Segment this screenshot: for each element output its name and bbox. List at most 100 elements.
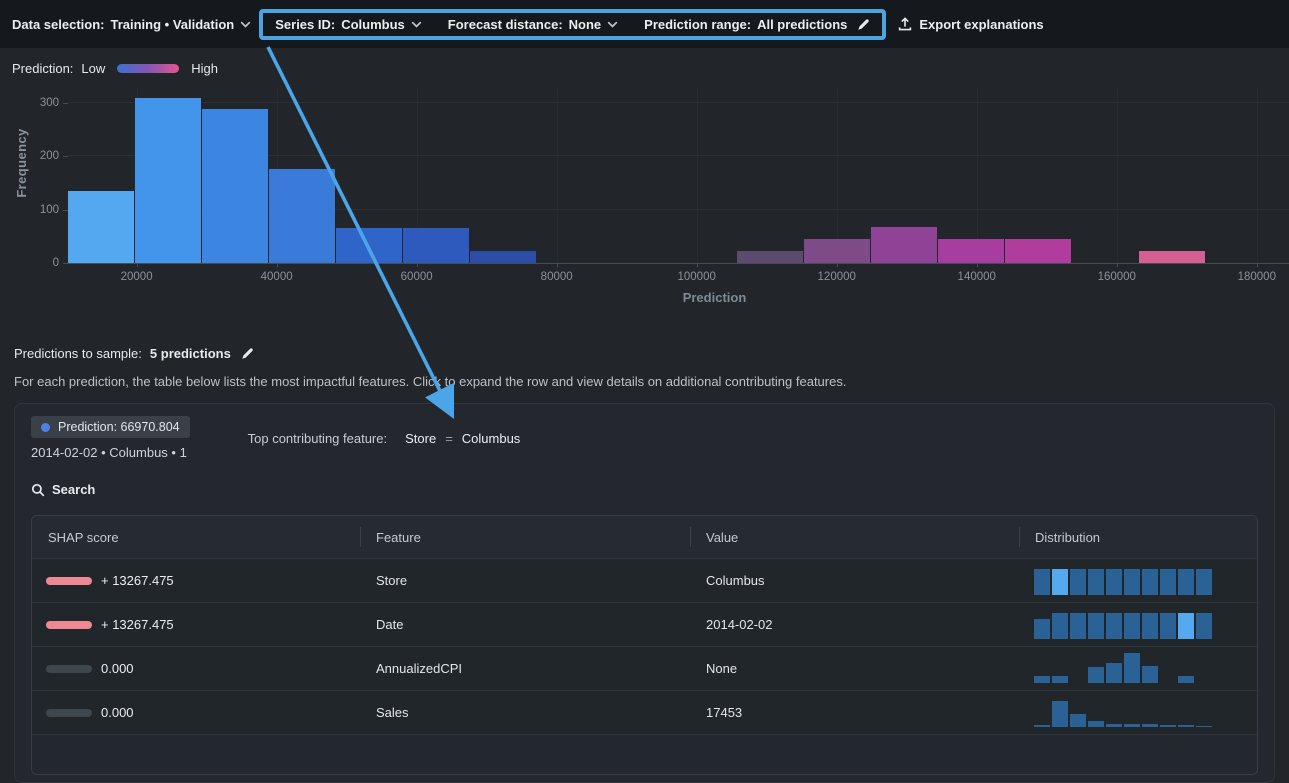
top-feature-name: Store (405, 431, 436, 446)
prediction-range-editor[interactable]: Prediction range: All predictions (644, 17, 870, 32)
distribution-bar (1142, 666, 1158, 683)
shap-score-cell: + 13267.475 (32, 617, 360, 632)
column-header[interactable]: Value (690, 516, 1019, 558)
table-description: For each prediction, the table below lis… (14, 374, 1289, 389)
upload-icon (898, 17, 912, 31)
series-id-dropdown[interactable]: Series ID: Columbus (275, 17, 422, 32)
shap-table-body: + 13267.475StoreColumbus+ 13267.475Date2… (32, 558, 1257, 734)
data-selection-dropdown[interactable]: Data selection: Training • Validation (12, 17, 251, 32)
search-toggle[interactable]: Search (31, 482, 1258, 497)
prediction-subtitle: 2014-02-02 • Columbus • 1 (31, 445, 190, 460)
legend-label: Prediction: (12, 61, 73, 76)
predictions-to-sample-row: Predictions to sample: 5 predictions (14, 346, 1289, 361)
value-cell: 17453 (690, 705, 1019, 720)
distribution-bar (1178, 569, 1194, 595)
y-axis-label: Frequency (14, 108, 34, 218)
distribution-bar (1160, 613, 1176, 639)
y-tick-mark (63, 103, 68, 104)
table-row[interactable]: + 13267.475 Date2014-02-02 (32, 602, 1257, 646)
prediction-histogram: Frequency 010020030020000400006000080000… (0, 78, 1289, 314)
distribution-bar (1124, 613, 1140, 639)
legend-low-label: Low (81, 61, 105, 76)
shap-score-value: 0.000 (101, 705, 134, 720)
feature-cell: Date (360, 617, 690, 632)
histogram-bar[interactable] (336, 228, 402, 263)
prediction-dot-icon (41, 423, 50, 432)
histogram-bar[interactable] (470, 251, 536, 263)
feature-cell: Store (360, 573, 690, 588)
distribution-bar (1070, 569, 1086, 595)
shap-score-value: + 13267.475 (101, 617, 174, 632)
shap-score-bar (46, 577, 92, 585)
distribution-bar (1106, 663, 1122, 683)
x-tick-label: 80000 (541, 271, 573, 283)
chevron-down-icon (240, 21, 251, 28)
x-tick-mark (557, 263, 558, 267)
gridline (557, 87, 558, 263)
x-tick-label: 20000 (121, 271, 153, 283)
prediction-badge: Prediction: 66970.804 (31, 416, 190, 438)
shap-score-bar (46, 709, 92, 717)
histogram-bar[interactable] (135, 98, 201, 263)
table-row[interactable]: 0.000AnnualizedCPINone (32, 646, 1257, 690)
histogram-bar[interactable] (737, 251, 803, 263)
series-id-value: Columbus (341, 17, 405, 32)
distribution-bar (1034, 569, 1050, 595)
prediction-range-label: Prediction range: (644, 17, 751, 32)
x-tick-label: 140000 (958, 271, 996, 283)
distribution-bar (1142, 724, 1158, 727)
distribution-bar (1070, 613, 1086, 639)
histogram-bar[interactable] (804, 239, 870, 263)
table-row-partial[interactable] (32, 734, 1257, 774)
chevron-down-icon (411, 21, 422, 28)
histogram-bar[interactable] (68, 191, 134, 263)
gridline (977, 87, 978, 263)
forecast-distance-dropdown[interactable]: Forecast distance: None (448, 17, 618, 32)
distribution-bar (1052, 569, 1068, 595)
histogram-bar[interactable] (269, 169, 335, 263)
x-tick-label: 120000 (818, 271, 856, 283)
distribution-histogram (1034, 697, 1212, 727)
value-cell: 2014-02-02 (690, 617, 1019, 632)
histogram-bar[interactable] (403, 228, 469, 263)
table-row[interactable]: 0.000Sales17453 (32, 690, 1257, 734)
histogram-bar[interactable] (938, 239, 1004, 263)
shap-table: SHAP scoreFeatureValueDistribution + 132… (31, 515, 1258, 775)
distribution-bar (1052, 676, 1068, 683)
prediction-card-header: Prediction: 66970.804 2014-02-02 • Colum… (31, 416, 1258, 460)
column-header[interactable]: SHAP score (32, 516, 360, 558)
distribution-bar (1106, 724, 1122, 727)
distribution-bar (1196, 613, 1212, 639)
top-feature-value: Columbus (462, 431, 521, 446)
shap-score-cell: + 13267.475 (32, 573, 360, 588)
distribution-bar (1088, 613, 1104, 639)
distribution-bar (1034, 725, 1050, 727)
gridline (837, 87, 838, 263)
top-contributing-feature: Top contributing feature: Store = Columb… (248, 431, 521, 446)
prediction-badge-label: Prediction: 66970.804 (58, 420, 180, 434)
x-tick-mark (697, 263, 698, 267)
column-header[interactable]: Feature (360, 516, 690, 558)
x-tick-mark (837, 263, 838, 267)
distribution-bar (1142, 613, 1158, 639)
histogram-bar[interactable] (1005, 239, 1071, 263)
series-id-label: Series ID: (275, 17, 335, 32)
histogram-bar[interactable] (202, 109, 268, 263)
column-header[interactable]: Distribution (1019, 516, 1257, 558)
table-row[interactable]: + 13267.475StoreColumbus (32, 558, 1257, 602)
histogram-bar[interactable] (871, 227, 937, 263)
y-tick-label: 200 (40, 150, 59, 162)
gridline (697, 87, 698, 263)
data-selection-label: Data selection: (12, 17, 104, 32)
distribution-bar (1124, 724, 1140, 727)
distribution-bar (1088, 569, 1104, 595)
export-explanations-button[interactable]: Export explanations (898, 17, 1043, 32)
x-tick-label: 160000 (1098, 271, 1136, 283)
pencil-icon[interactable] (857, 18, 870, 31)
histogram-bar[interactable] (1139, 251, 1205, 263)
y-tick-mark (63, 263, 68, 264)
pencil-icon[interactable] (241, 347, 254, 360)
x-axis-label: Prediction (140, 290, 1289, 305)
distribution-cell (1019, 603, 1257, 646)
top-feature-label: Top contributing feature: (248, 431, 387, 446)
